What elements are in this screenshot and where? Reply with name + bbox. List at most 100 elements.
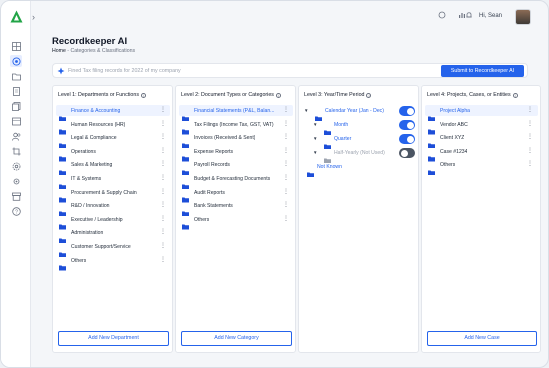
list-item[interactable]: Budget & Forecasting Documents ⋮ (179, 173, 293, 189)
records-icon[interactable] (10, 115, 22, 127)
theme-icon[interactable] (438, 11, 446, 21)
list-item[interactable]: Client XYZ ⋮ (425, 132, 538, 149)
period-toggle[interactable] (399, 134, 415, 144)
list-item[interactable]: Project Alpha ⋮ (425, 105, 538, 121)
more-options-icon[interactable]: ⋮ (527, 107, 533, 113)
list-item[interactable]: Bank Statements ⋮ (179, 200, 293, 217)
files-icon[interactable] (10, 100, 22, 112)
expand-chevron-icon[interactable]: ▼ (304, 108, 308, 113)
period-label[interactable]: Quarter (334, 136, 351, 142)
list-item[interactable]: Sales & Marketing ⋮ (56, 159, 170, 176)
more-options-icon[interactable]: ⋮ (283, 175, 289, 181)
add-case-button[interactable]: Add New Case (427, 331, 537, 346)
settings-icon[interactable] (10, 160, 22, 172)
add-department-button[interactable]: Add New Department (58, 331, 169, 346)
list-item[interactable]: Case #1234 ⋮ (425, 146, 538, 162)
dashboard-icon[interactable] (10, 40, 22, 52)
more-options-icon[interactable]: ⋮ (527, 134, 533, 140)
more-options-icon[interactable]: ⋮ (160, 107, 166, 113)
more-options-icon[interactable]: ⋮ (160, 148, 166, 154)
toggle-knob (406, 135, 414, 143)
folder-icon (59, 122, 66, 135)
documents-icon[interactable] (10, 85, 22, 97)
level3-title: Level 3: Year/Time Period i (304, 92, 372, 98)
help-icon[interactable]: ? (10, 205, 22, 217)
folder-upload-icon[interactable] (10, 70, 22, 82)
svg-text:?: ? (15, 209, 18, 215)
period-toggle[interactable] (399, 148, 415, 158)
info-icon[interactable]: i (366, 93, 372, 98)
more-options-icon[interactable]: ⋮ (160, 202, 166, 208)
more-options-icon[interactable]: ⋮ (160, 216, 166, 222)
bell-icon[interactable] (465, 11, 473, 21)
list-item[interactable]: Invoices (Received & Sent) ⋮ (179, 132, 293, 149)
list-item[interactable]: Customer Support/Service ⋮ (56, 241, 170, 257)
list-item[interactable]: Others ⋮ (425, 159, 538, 176)
info-icon[interactable]: i (275, 93, 281, 98)
more-options-icon[interactable]: ⋮ (527, 148, 533, 154)
more-options-icon[interactable]: ⋮ (283, 189, 289, 195)
period-label[interactable]: Month (334, 122, 348, 128)
ai-search-bar: Fined Tax filing records for 2022 of my … (52, 63, 528, 78)
list-item[interactable]: Vendor ABC ⋮ (425, 119, 538, 135)
list-item[interactable]: Audit Reports ⋮ (179, 187, 293, 203)
more-options-icon[interactable]: ⋮ (160, 189, 166, 195)
more-options-icon[interactable]: ⋮ (160, 134, 166, 140)
list-item[interactable]: Legal & Compliance ⋮ (56, 132, 170, 149)
search-input[interactable]: Fined Tax filing records for 2022 of my … (68, 68, 181, 74)
expand-chevron-icon[interactable]: ▼ (313, 122, 317, 127)
more-options-icon[interactable]: ⋮ (283, 107, 289, 113)
expand-chevron-icon[interactable]: ▼ (313, 150, 317, 155)
more-options-icon[interactable]: ⋮ (283, 134, 289, 140)
more-options-icon[interactable]: ⋮ (527, 121, 533, 127)
categories-icon[interactable] (10, 55, 22, 67)
list-item[interactable]: Expense Reports ⋮ (179, 146, 293, 162)
list-item[interactable]: R&D / Innovation ⋮ (56, 200, 170, 217)
list-item[interactable]: Others ⋮ (56, 255, 170, 271)
level2-panel: Level 2: Document Types or Categories i A… (175, 85, 296, 353)
more-options-icon[interactable]: ⋮ (283, 121, 289, 127)
page-title: Recordkeeper AI (52, 36, 128, 47)
add-category-button[interactable]: Add New Category (181, 331, 292, 346)
info-icon[interactable]: i (512, 93, 518, 98)
folder-icon (182, 122, 189, 135)
archive-icon[interactable] (10, 190, 22, 202)
period-label[interactable]: Calendar Year (Jan - Dec) (325, 108, 384, 114)
avatar[interactable] (515, 9, 531, 25)
collapse-sidebar-icon[interactable]: › (32, 12, 35, 22)
more-options-icon[interactable]: ⋮ (283, 161, 289, 167)
more-options-icon[interactable]: ⋮ (283, 148, 289, 154)
list-item[interactable]: Executive / Leadership ⋮ (56, 214, 170, 230)
info-icon[interactable]: i (140, 93, 146, 98)
more-options-icon[interactable]: ⋮ (160, 257, 166, 263)
expand-chevron-icon[interactable]: ▼ (313, 136, 317, 141)
not-known-item[interactable]: Not Known (317, 164, 342, 170)
list-item[interactable]: Operations ⋮ (56, 146, 170, 162)
list-item[interactable]: Others ⋮ (179, 214, 293, 230)
crop-icon[interactable] (10, 145, 22, 157)
period-label[interactable]: Half-Yearly (Not Used) (334, 150, 385, 156)
list-item[interactable]: IT & Systems ⋮ (56, 173, 170, 189)
list-item[interactable]: Financial Statements (P&L, Balan... ⋮ (179, 105, 293, 121)
folder-icon (59, 162, 66, 176)
more-options-icon[interactable]: ⋮ (160, 161, 166, 167)
users-icon[interactable] (10, 130, 22, 142)
more-options-icon[interactable]: ⋮ (160, 175, 166, 181)
more-options-icon[interactable]: ⋮ (283, 202, 289, 208)
submit-button[interactable]: Submit to Recordkeeper AI (441, 65, 524, 77)
list-item[interactable]: Finance & Accounting ⋮ (56, 105, 170, 121)
breadcrumb-home[interactable]: Home (52, 48, 66, 54)
more-options-icon[interactable]: ⋮ (283, 216, 289, 222)
gear-icon[interactable] (10, 175, 22, 187)
list-item[interactable]: Tax Filings (Income Tax, GST, VAT) ⋮ (179, 119, 293, 135)
more-options-icon[interactable]: ⋮ (160, 121, 166, 127)
list-item[interactable]: Payroll Records ⋮ (179, 159, 293, 176)
more-options-icon[interactable]: ⋮ (160, 229, 166, 235)
list-item[interactable]: Procurement & Supply Chain ⋮ (56, 187, 170, 203)
period-toggle[interactable] (399, 106, 415, 116)
period-toggle[interactable] (399, 120, 415, 130)
more-options-icon[interactable]: ⋮ (160, 243, 166, 249)
more-options-icon[interactable]: ⋮ (527, 161, 533, 167)
list-item[interactable]: Administration ⋮ (56, 227, 170, 244)
list-item[interactable]: Human Resources (HR) ⋮ (56, 119, 170, 135)
